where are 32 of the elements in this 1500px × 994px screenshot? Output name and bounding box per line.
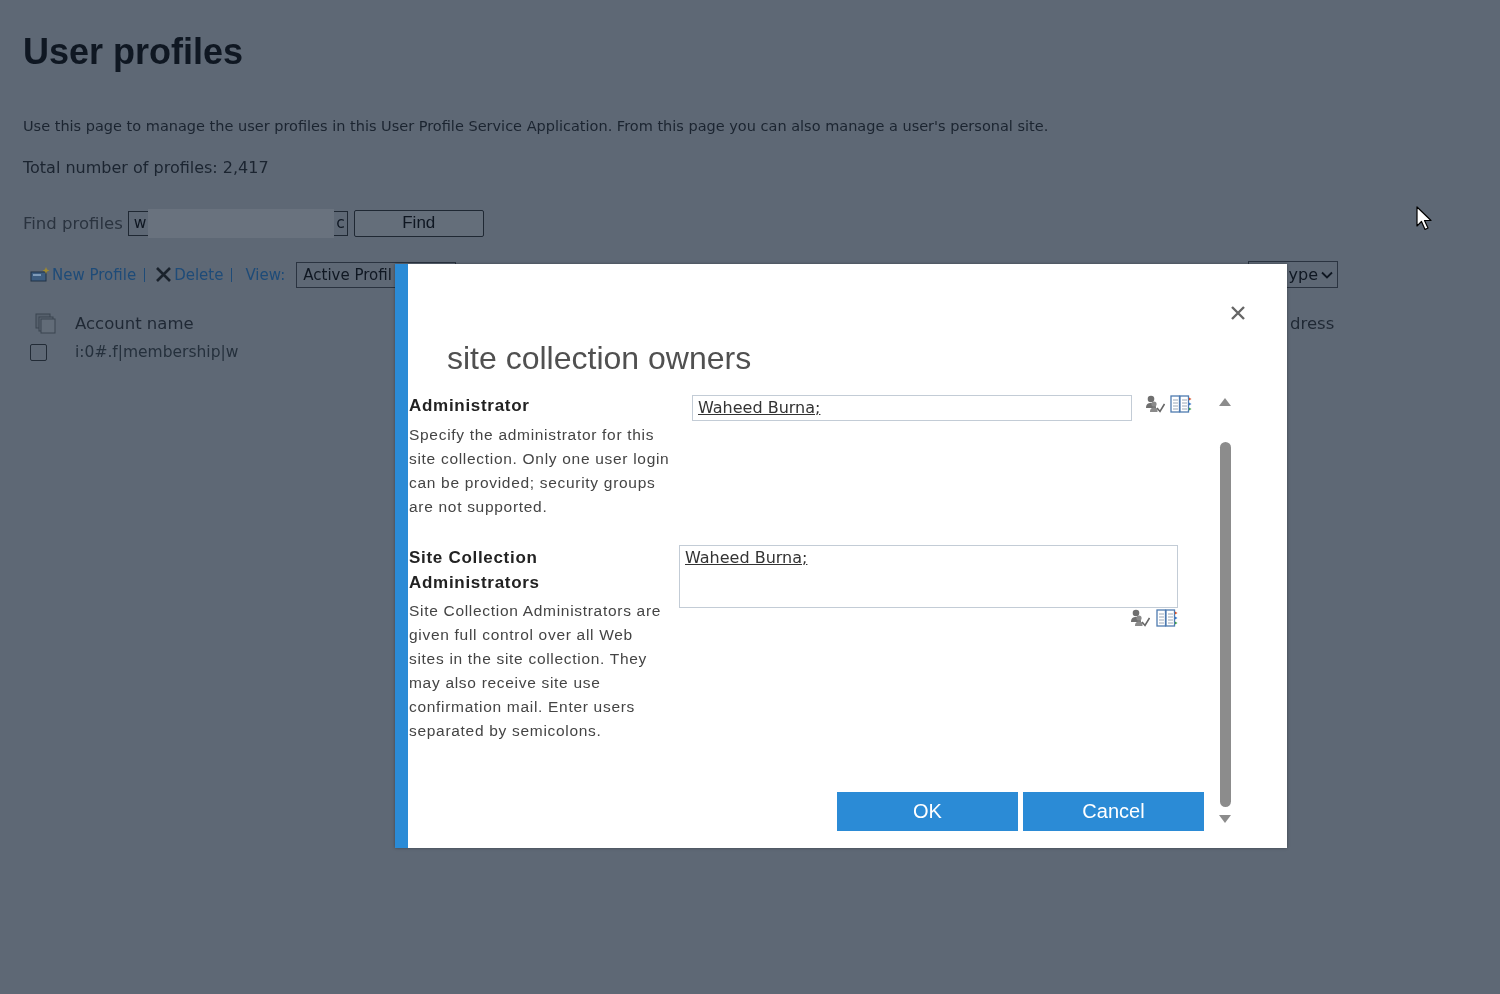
check-names-icon[interactable]: [1145, 395, 1165, 413]
column-header[interactable]: dress: [1290, 313, 1335, 333]
close-button[interactable]: [1230, 305, 1246, 321]
scrollbar-thumb[interactable]: [1219, 442, 1231, 807]
people-picker-field[interactable]: Waheed Burna;: [692, 395, 1132, 421]
check-names-icon[interactable]: [1130, 609, 1150, 627]
page-title: User profiles: [23, 30, 244, 74]
section-description: Site Collection Administrators are given full control over all Web sites in the site collection. They may also receive site use confirmation mail. Enter users separated by semicolons.: [409, 601, 663, 741]
find-button[interactable]: Find: [353, 209, 484, 237]
section-heading: Administrator: [409, 395, 531, 417]
dialog-title: site collection owners: [447, 339, 752, 378]
ok-button[interactable]: OK: [837, 792, 1018, 831]
chevron-down-icon: [1321, 270, 1333, 279]
account-name-cell: i:0#.f|membership|w: [75, 343, 239, 361]
x-icon: [155, 266, 173, 283]
new-profile-icon: [30, 267, 50, 282]
new-profile-link[interactable]: New Profile: [30, 265, 137, 284]
search-field[interactable]: w c: [127, 210, 348, 236]
page-description: Use this page to manage the user profiles in this User Profile Service Application. From this page you can also manage a user's personal site.: [23, 117, 1049, 136]
profile-count: Total number of profiles: 2,417: [23, 158, 269, 178]
address-book-icon[interactable]: [1156, 609, 1178, 627]
view-label: View:: [245, 265, 286, 284]
column-header[interactable]: Account name: [75, 313, 194, 333]
section-description: Specify the administrator for this site collection. Only one user login can be provided; security groups are not supported.: [409, 425, 671, 517]
row-checkbox[interactable]: [30, 343, 47, 361]
people-picker-textarea[interactable]: Waheed Burna;: [679, 545, 1178, 608]
mouse-pointer-icon: [1416, 206, 1433, 231]
address-book-icon[interactable]: [1170, 395, 1192, 413]
scroll-up-icon[interactable]: [1219, 398, 1231, 406]
scroll-down-icon[interactable]: [1219, 815, 1231, 823]
cancel-button[interactable]: Cancel: [1023, 792, 1204, 831]
section-heading: Site Collection Administrators: [409, 547, 541, 594]
